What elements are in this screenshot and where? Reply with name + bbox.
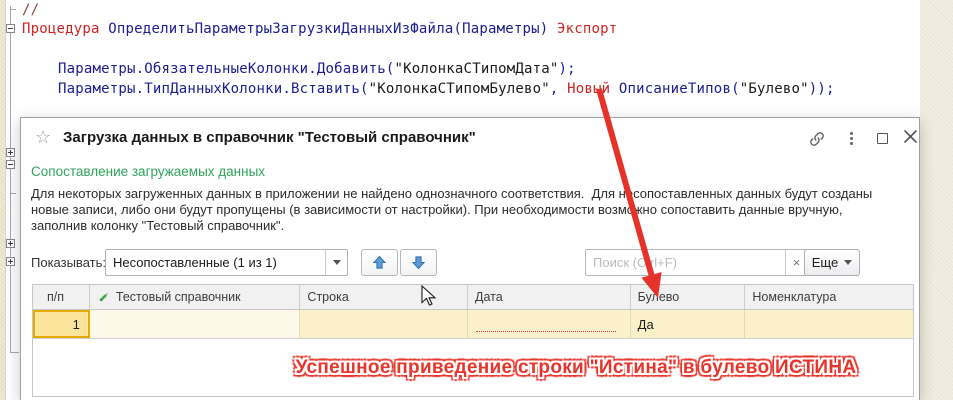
table-header-row: п/п Тестовый справочник Строка Дата Буле…	[32, 284, 914, 310]
column-header-npp[interactable]: п/п	[33, 285, 90, 309]
column-header-nomenclature[interactable]: Номенклатура	[745, 285, 913, 309]
show-filter-dropdown[interactable]: Несопоставленные (1 из 1)	[105, 249, 348, 276]
fold-expand-icon[interactable]	[6, 257, 15, 266]
column-header-reference[interactable]: Тестовый справочник	[90, 285, 301, 309]
annotation-text: Успешное приведение строки "Истина" в бу…	[251, 357, 901, 379]
fold-collapse-icon[interactable]	[6, 160, 15, 169]
pencil-icon	[97, 291, 110, 304]
more-menu-icon[interactable]	[850, 132, 853, 145]
editor-gutter	[0, 0, 6, 400]
code-fold-line	[10, 6, 11, 352]
fold-expand-icon[interactable]	[6, 148, 15, 157]
search-input[interactable]	[586, 250, 785, 275]
next-unmatched-button[interactable]	[400, 249, 437, 276]
chevron-down-icon	[844, 260, 852, 265]
search-box: ×	[585, 249, 808, 276]
fold-expand-icon[interactable]	[6, 239, 15, 248]
code-procedure-line: Процедура ОпределитьПараметрыЗагрузкиДан…	[22, 21, 617, 38]
more-button[interactable]: Еще	[804, 249, 860, 276]
table-row: 1 Да	[32, 310, 914, 339]
nomenclature-cell[interactable]	[745, 310, 913, 338]
chevron-down-icon	[333, 260, 341, 265]
description-line: новые записи, либо они будут пропущены (…	[31, 202, 842, 217]
fold-tick	[11, 193, 16, 194]
code-statement-1: Параметры.ОбязательныеКолонки.Добавить("…	[58, 61, 576, 78]
empty-value-underline	[476, 331, 616, 332]
previous-unmatched-button[interactable]	[361, 249, 398, 276]
column-header-boolean[interactable]: Булево	[631, 285, 746, 309]
data-import-dialog: ☆ Загрузка данных в справочник "Тестовый…	[20, 117, 920, 400]
column-header-date[interactable]: Дата	[468, 285, 631, 309]
reference-cell[interactable]	[90, 310, 301, 338]
code-comment-line: //	[22, 2, 39, 19]
fold-corner	[10, 352, 19, 353]
close-icon[interactable]	[904, 130, 917, 148]
fold-tick	[11, 9, 16, 10]
string-cell[interactable]	[300, 310, 468, 338]
link-icon[interactable]	[808, 130, 826, 153]
dialog-title: Загрузка данных в справочник "Тестовый с…	[63, 129, 476, 146]
arrow-up-icon	[372, 255, 387, 270]
maximize-icon[interactable]	[877, 133, 888, 144]
column-header-string[interactable]: Строка	[300, 285, 468, 309]
dropdown-button[interactable]	[325, 250, 347, 275]
arrow-down-icon	[411, 255, 426, 270]
fold-collapse-icon[interactable]	[6, 24, 15, 33]
more-button-label: Еще	[812, 255, 838, 270]
code-statement-2: Параметры.ТипДанныхКолонки.Вставить("Кол…	[58, 81, 835, 98]
boolean-cell[interactable]: Да	[631, 310, 746, 338]
show-filter-value: Несопоставленные (1 из 1)	[106, 255, 325, 270]
row-number-cell[interactable]: 1	[33, 310, 90, 338]
show-filter-label: Показывать:	[31, 255, 106, 270]
date-cell[interactable]	[468, 310, 631, 338]
description-line: заполнив колонку "Тестовый справочник".	[31, 218, 284, 233]
section-header: Сопоставление загружаемых данных	[31, 164, 265, 179]
favorite-star-icon[interactable]: ☆	[35, 127, 51, 148]
description-line: Для некоторых загруженных данных в прило…	[31, 186, 872, 201]
right-panel-strip	[920, 0, 953, 400]
